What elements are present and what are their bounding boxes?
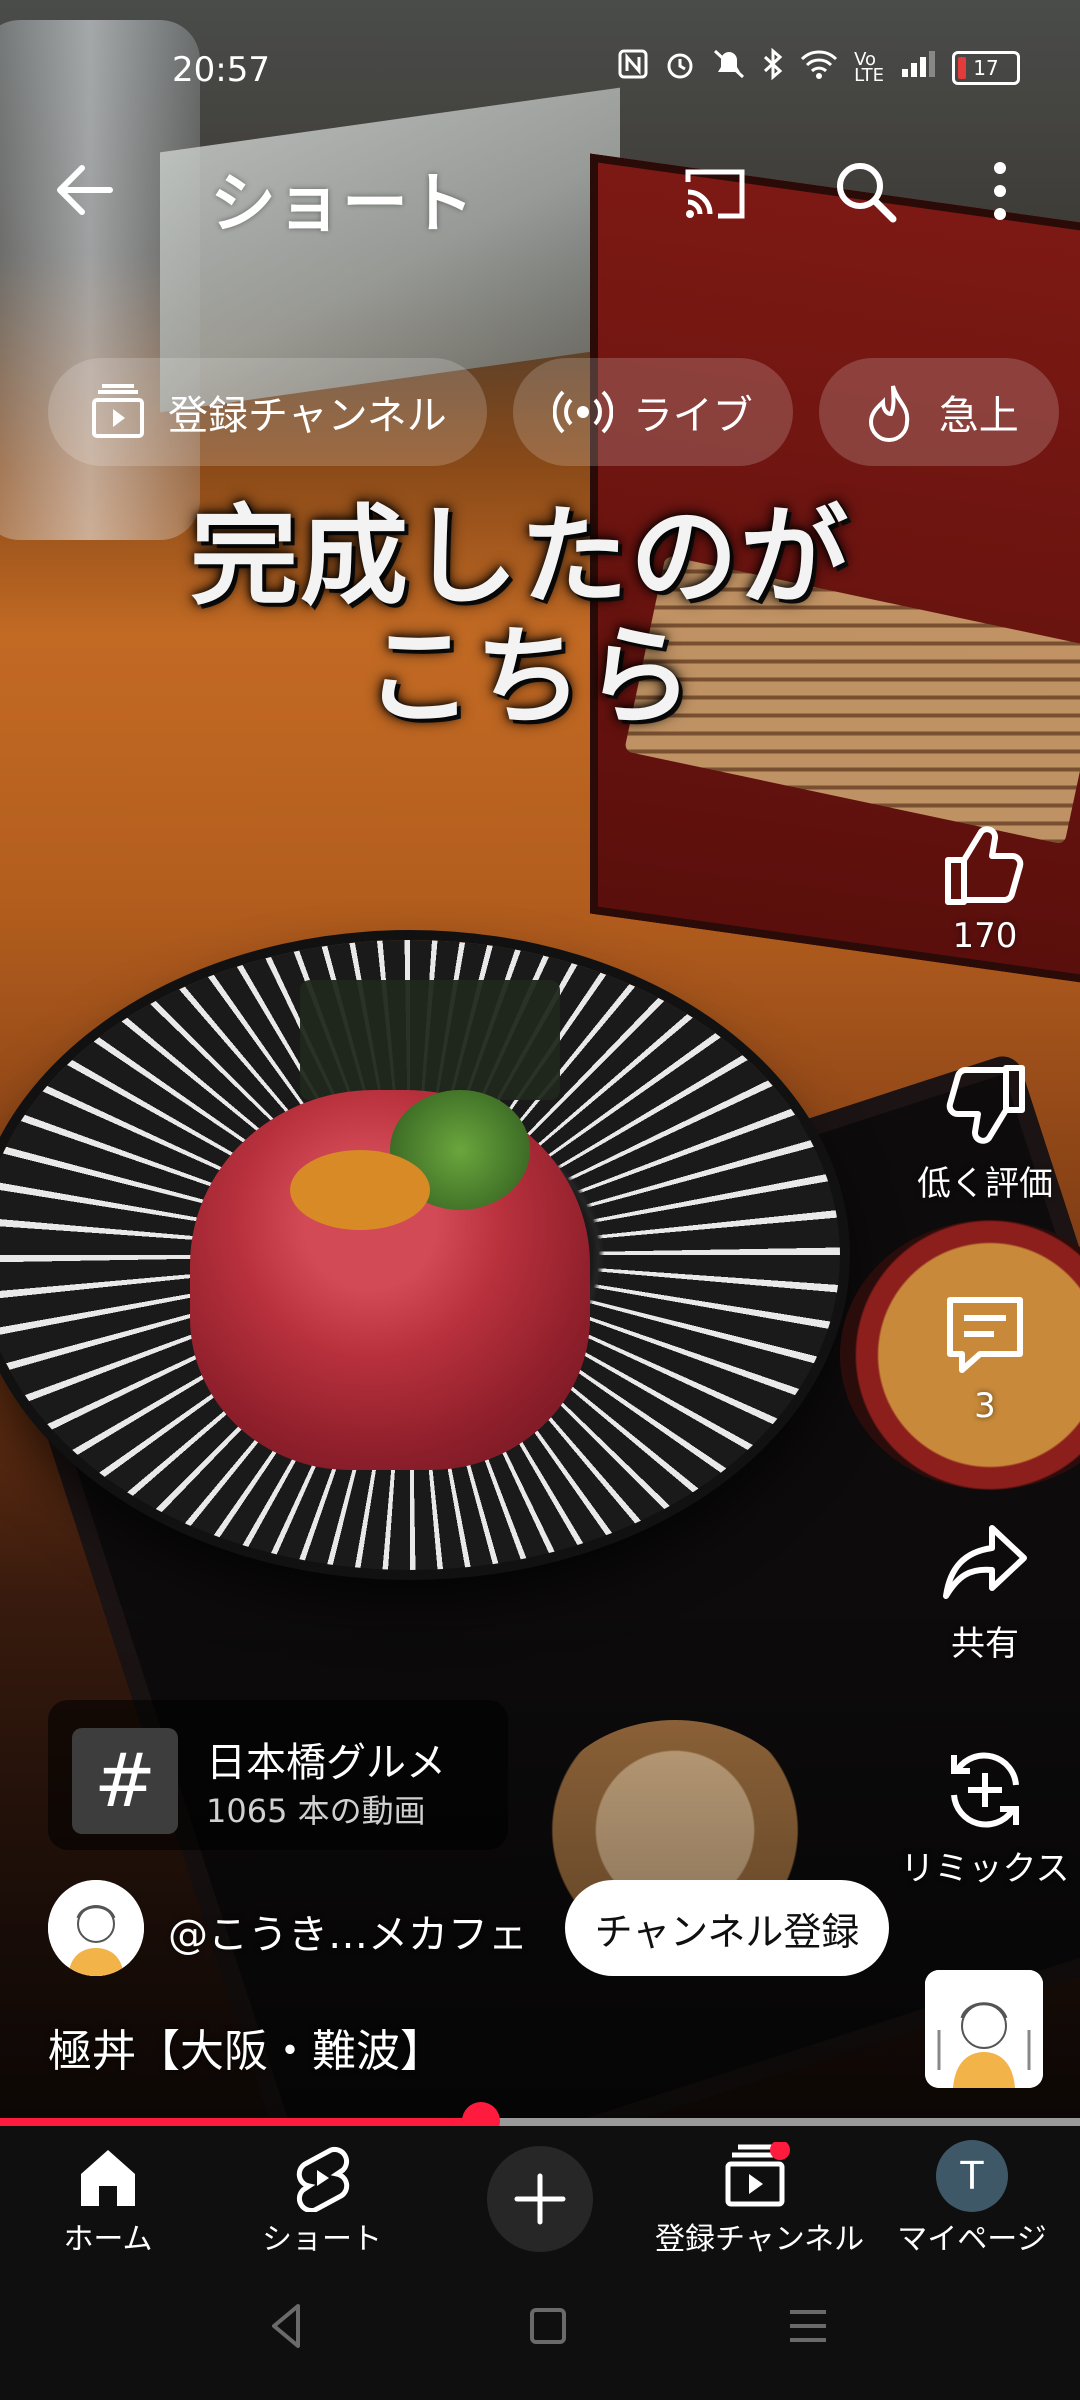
nav-shorts[interactable]: ショート bbox=[222, 2126, 422, 2260]
alarm-icon bbox=[664, 48, 696, 88]
video-scene-uni bbox=[290, 1150, 430, 1230]
system-back-icon[interactable] bbox=[258, 2296, 318, 2356]
nav-shorts-label: ショート bbox=[262, 2222, 382, 2257]
cast-icon bbox=[685, 169, 745, 219]
battery-indicator: 17 bbox=[952, 51, 1020, 85]
avatar-illustration-icon bbox=[48, 1880, 144, 1976]
battery-level: 17 bbox=[973, 56, 999, 80]
share-icon bbox=[943, 1525, 1027, 1599]
video-progress-fill bbox=[0, 2118, 481, 2126]
mute-icon bbox=[712, 48, 746, 88]
thumb-up-icon bbox=[945, 826, 1024, 905]
comments-button[interactable]: 3 bbox=[880, 1290, 1080, 1426]
hashtag-title: 日本橋グルメ bbox=[206, 1740, 446, 1786]
nav-subscriptions-label: 登録チャンネル bbox=[655, 2222, 865, 2257]
create-button[interactable] bbox=[487, 2146, 593, 2252]
nav-home-label: ホーム bbox=[63, 2222, 153, 2257]
hashtag-video-count: 1065 本の動画 bbox=[206, 1792, 426, 1830]
subscribe-button[interactable]: チャンネル登録 bbox=[565, 1880, 889, 1976]
like-count: 170 bbox=[952, 916, 1018, 956]
nfc-icon bbox=[618, 49, 648, 87]
status-bar: 20:57 Vo LTE 17 bbox=[0, 0, 1080, 110]
back-button[interactable] bbox=[50, 160, 120, 220]
dislike-label: 低く評価 bbox=[917, 1164, 1053, 1204]
share-label: 共有 bbox=[951, 1624, 1019, 1664]
channel-handle[interactable]: @こうき…メカフェ bbox=[168, 1902, 528, 1960]
system-menu-icon[interactable] bbox=[778, 2296, 838, 2356]
nav-home[interactable]: ホーム bbox=[8, 2126, 208, 2260]
sound-thumbnail[interactable] bbox=[925, 1970, 1043, 2088]
chip-label: ライブ bbox=[632, 393, 753, 439]
video-title[interactable]: 極丼【大阪・難波】 bbox=[48, 2015, 444, 2079]
search-button[interactable] bbox=[830, 156, 900, 226]
channel-avatar[interactable] bbox=[48, 1880, 144, 1976]
trending-icon bbox=[868, 385, 909, 442]
plus-icon bbox=[514, 2173, 566, 2225]
share-button[interactable]: 共有 bbox=[880, 1520, 1080, 1665]
cast-button[interactable] bbox=[680, 162, 750, 222]
chip-trending[interactable]: 急上 bbox=[818, 358, 1059, 466]
chip-live[interactable]: ライブ bbox=[512, 358, 793, 466]
filter-chips: 登録チャンネル ライブ 急上 bbox=[48, 358, 1059, 466]
nav-my-page-label: マイページ bbox=[897, 2222, 1047, 2257]
shorts-screen: 完成したのが こちら 20:57 Vo LTE 17 ショート 登録チャンネル … bbox=[0, 0, 1080, 2400]
signal-icon bbox=[900, 49, 936, 87]
comment-count: 3 bbox=[974, 1386, 996, 1426]
nav-subscriptions[interactable]: 登録チャンネル bbox=[655, 2126, 865, 2260]
avatar-letter: T bbox=[960, 2154, 984, 2198]
avatar-icon: T bbox=[936, 2140, 1008, 2212]
system-navigation-bar bbox=[0, 2260, 1080, 2400]
dislike-button[interactable]: 低く評価 bbox=[880, 1060, 1080, 1205]
video-scene-nori bbox=[300, 980, 560, 1100]
avatar-illustration-icon bbox=[925, 1970, 1043, 2088]
shorts-icon bbox=[296, 2146, 350, 2212]
arrow-left-icon bbox=[57, 165, 113, 215]
comment-icon bbox=[947, 1297, 1023, 1373]
home-icon bbox=[81, 2150, 135, 2206]
thumb-down-icon bbox=[946, 1065, 1025, 1144]
bluetooth-icon bbox=[762, 47, 784, 88]
nav-my-page[interactable]: T マイページ bbox=[872, 2126, 1072, 2260]
chip-label: 登録チャンネル bbox=[168, 393, 447, 439]
system-home-icon[interactable] bbox=[518, 2296, 578, 2356]
volte-icon: Vo LTE bbox=[854, 49, 884, 86]
app-bar: ショート bbox=[0, 140, 1080, 242]
page-title: ショート bbox=[210, 165, 474, 242]
video-progress-bar[interactable] bbox=[0, 2102, 1080, 2140]
subscriptions-icon bbox=[92, 384, 144, 438]
chip-subscriptions[interactable]: 登録チャンネル bbox=[48, 358, 487, 466]
remix-button[interactable]: リミックス bbox=[880, 1745, 1080, 1890]
video-caption-line2: こちら bbox=[364, 614, 695, 740]
more-options-button[interactable] bbox=[980, 156, 1020, 226]
hashtag-card[interactable]: # 日本橋グルメ 1065 本の動画 bbox=[48, 1700, 508, 1850]
wifi-icon bbox=[800, 49, 838, 87]
status-icons: Vo LTE 17 bbox=[618, 47, 1020, 88]
bottom-navigation: ホーム ショート 登録チャンネル T マイページ bbox=[0, 2126, 1080, 2260]
remix-icon bbox=[951, 1752, 1019, 1828]
search-icon bbox=[837, 163, 897, 223]
more-vert-icon bbox=[994, 162, 1006, 220]
like-button[interactable]: 170 bbox=[880, 820, 1080, 956]
hashtag-icon: # bbox=[72, 1728, 178, 1834]
status-time: 20:57 bbox=[172, 50, 270, 90]
chip-label: 急上 bbox=[938, 393, 1019, 439]
remix-label: リミックス bbox=[900, 1849, 1070, 1889]
subscriptions-icon bbox=[725, 2142, 790, 2207]
live-icon bbox=[552, 390, 613, 434]
